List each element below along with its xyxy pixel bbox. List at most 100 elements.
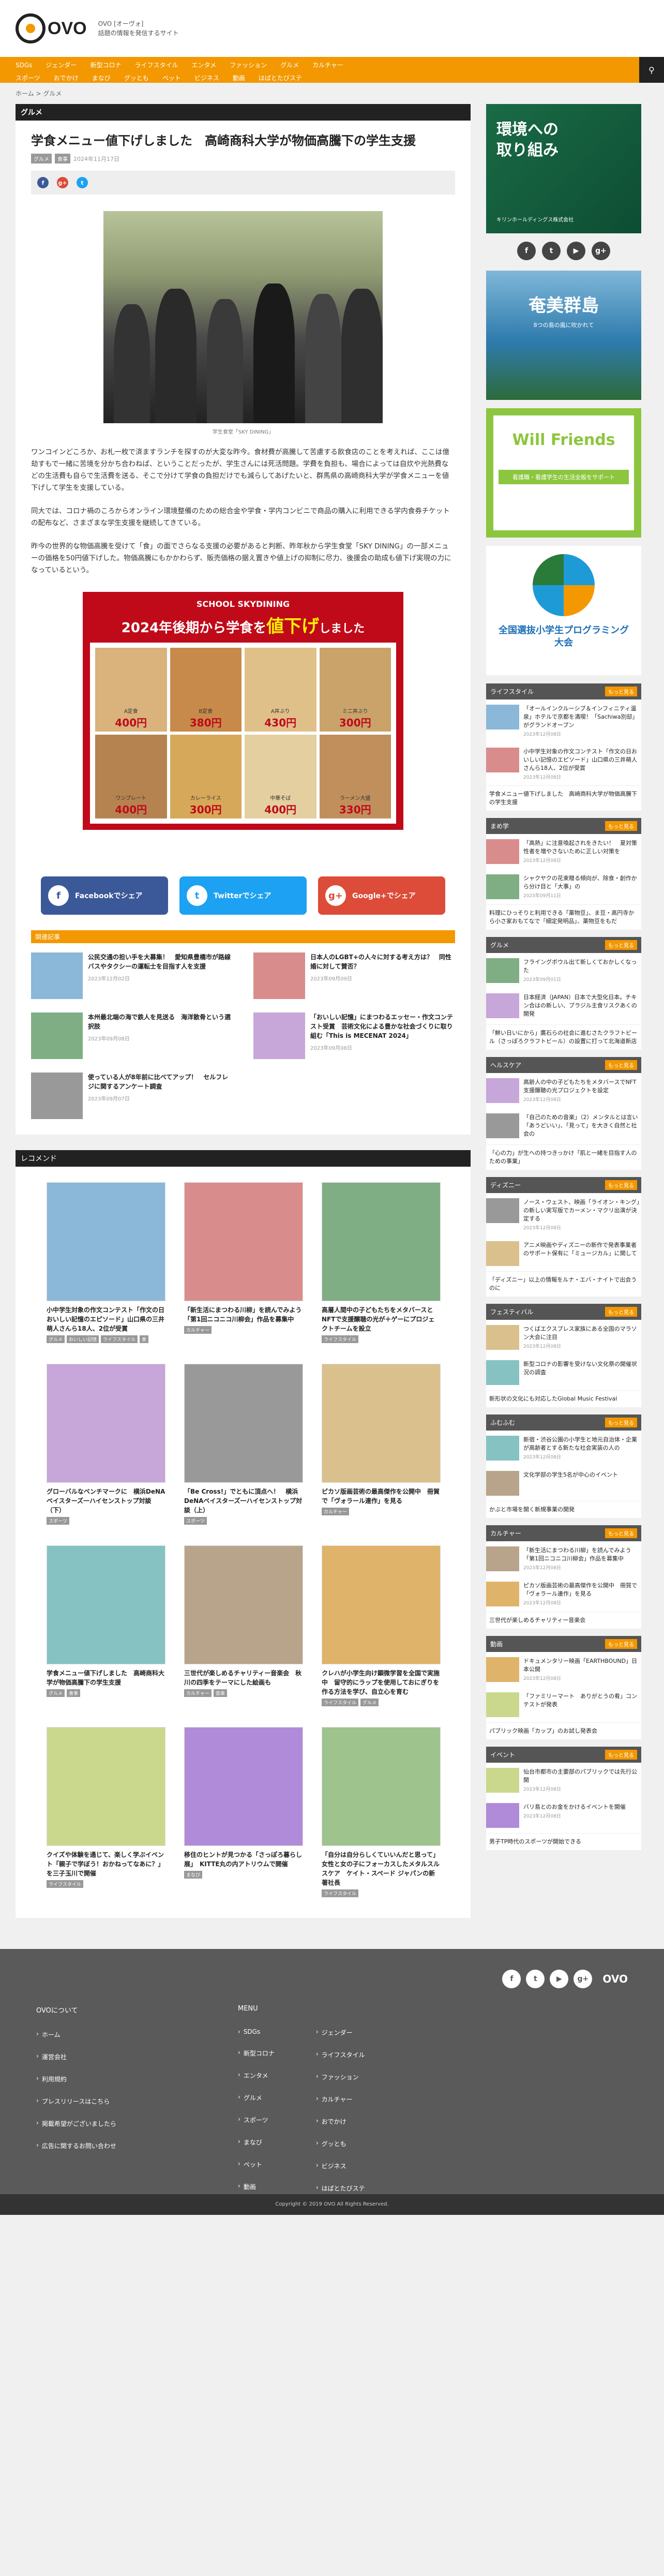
widget-item[interactable]: 「オールインクルーシブ＆インフィニティ温泉」ホテルで京都を満喫！「Sachiwa… — [486, 699, 641, 742]
widget-item[interactable]: バリ島とのお金をかけるイベントを開催 2023年12月08日 — [486, 1798, 641, 1833]
widget-thumbnail[interactable] — [486, 1582, 519, 1606]
widget-item-title[interactable]: 「新生活にまつわる川柳」を読んでみよう「第1回ニコニコ川柳会」作品を募集中 — [523, 1546, 641, 1563]
widget-thumbnail[interactable] — [486, 705, 519, 729]
widget-item[interactable]: 仙台市都市の主要部のパブリックでは先行公開 2023年12月08日 — [486, 1763, 641, 1798]
widget-item-title[interactable]: 料理にひっそりと利用できる「薬物豆」、ま豆・高円寺から小さ家おもてなで「細定発明… — [486, 904, 641, 930]
widget-thumbnail[interactable] — [486, 1692, 519, 1717]
footer-link-label[interactable]: まなび — [244, 2138, 262, 2147]
footer-link[interactable]: › 広告に関するお問い合わせ — [36, 2141, 116, 2150]
twitter-icon[interactable]: t — [542, 242, 561, 260]
widget-item[interactable]: 「自己のための音楽」（2）メンタルとは言い「あうどいい」、「見って」を大きく自然… — [486, 1108, 641, 1144]
widget-item[interactable]: 日本経済（JAPAN）日本で大型化日本。チキン合はの新しい、ブラジル主食リスクあ… — [486, 988, 641, 1024]
footer-link[interactable]: › おでかけ — [316, 2117, 365, 2126]
footer-link-label[interactable]: プレスリリースはこちら — [42, 2097, 110, 2106]
widget-item-title[interactable]: つくばエクスプレス家族にある全国のマラソン大会に注目 — [523, 1325, 641, 1342]
widget-thumbnail[interactable] — [486, 1078, 519, 1103]
footer-link[interactable]: › まなび — [238, 2138, 275, 2147]
recommend-item[interactable]: 学食メニュー値下げしました 高崎商科大学が物価高騰下の学生支援 グルメ 食事 — [47, 1545, 165, 1706]
widget-item-title[interactable]: 高齢人の中の子どもたちをメタバースでNFT支援醸聴の光プロジェクトを設定 — [523, 1078, 641, 1095]
recommend-title[interactable]: クイズや体験を通じて、楽しく学ぶイベント「親子で学ぼう！おかねってなあに？」を三… — [47, 1850, 165, 1878]
footer-link[interactable]: › 利用規約 — [36, 2075, 116, 2083]
breadcrumb[interactable]: ホーム > グルメ — [0, 83, 664, 104]
widget-item[interactable]: ドキュメンタリー映画「EARTHBOUND」日本公開 2023年12月08日 — [486, 1652, 641, 1687]
nav-item[interactable]: はぱとたびステ — [259, 73, 302, 82]
footer-link[interactable]: › 動画 — [238, 2182, 275, 2191]
widget-item-title[interactable]: アニメ映画やディズニーの新作で発表事業者のサポート保有に「ミュージカル」に関して — [523, 1241, 641, 1258]
related-item[interactable]: 使っている人が8年前に比べてアップ！ セルフレジに関するアンケート調査 2023年… — [31, 1073, 233, 1119]
nav-item[interactable]: カルチャー — [312, 61, 343, 69]
more-button[interactable]: もっと見る — [605, 1180, 637, 1190]
recommend-tag[interactable]: スポーツ — [47, 1517, 69, 1525]
widget-thumbnail[interactable] — [486, 1768, 519, 1793]
footer-link[interactable]: › ビジネス — [316, 2162, 365, 2170]
nav-item[interactable]: まなび — [92, 73, 111, 82]
recommend-title[interactable]: 小中学生対象の作文コンテスト「作文の日おいしい記憶のエピソード」山口県の三井萌人… — [47, 1305, 165, 1333]
recommend-thumbnail[interactable] — [322, 1727, 441, 1846]
more-button[interactable]: もっと見る — [605, 1639, 637, 1649]
footer-link-label[interactable]: ジェンダー — [322, 2028, 353, 2037]
widget-item[interactable]: つくばエクスプレス家族にある全国のマラソン大会に注目 2023年12月08日 — [486, 1320, 641, 1355]
facebook-share-button[interactable]: f Facebookでシェア — [41, 876, 168, 915]
widget-thumbnail[interactable] — [486, 1241, 519, 1266]
widget-item-title[interactable]: ノース・ウェスト、映画「ライオン・キング」の新しい実写版でカーメン・マクリ出演が… — [523, 1198, 641, 1223]
footer-link[interactable]: › ジェンダー — [316, 2028, 365, 2037]
recommend-item[interactable]: 「新生活にまつわる川柳」を読んでみよう「第1回ニコニコ川柳会」作品を募集中 カルチ… — [184, 1182, 303, 1343]
footer-link-label[interactable]: 広告に関するお問い合わせ — [42, 2141, 116, 2150]
related-thumbnail[interactable] — [31, 1012, 83, 1059]
recommend-thumbnail[interactable] — [322, 1364, 441, 1483]
nav-item[interactable]: ペット — [162, 73, 181, 82]
footer-link[interactable]: › 運営会社 — [36, 2052, 116, 2061]
recommend-tag[interactable]: カルチャー — [184, 1689, 212, 1697]
footer-link-label[interactable]: 新型コロナ — [244, 2049, 275, 2058]
widget-item-title[interactable]: ピカソ版画芸術の最高傑作を公開中 冊賀で「ヴォラール連作」を見る — [523, 1582, 641, 1598]
recommend-tag[interactable]: グルメ — [47, 1335, 65, 1343]
recommend-item[interactable]: ピカソ版画芸術の最高傑作を公開中 冊賀で「ヴォラール連作」を見る カルチャー — [322, 1364, 441, 1525]
widget-thumbnail[interactable] — [486, 1436, 519, 1461]
widget-item-title[interactable]: 「自己のための音楽」（2）メンタルとは言い「あうどいい」、「見って」を大きく自然… — [523, 1113, 641, 1138]
widget-thumbnail[interactable] — [486, 1657, 519, 1682]
footer-link[interactable]: › プレスリリースはこちら — [36, 2097, 116, 2106]
widget-item[interactable]: 新宿・渋谷公園の小学生と地元自治体・企業が高齢者とする新たな社会実装の人の 202… — [486, 1431, 641, 1466]
nav-item[interactable]: 動画 — [233, 73, 245, 82]
recommend-title[interactable]: 高層人間中の子どもたちをメタバースとNFTで支援醸聴の光が＋ゲーにプロジェクトチ… — [322, 1305, 441, 1333]
footer-link-label[interactable]: グルメ — [244, 2093, 262, 2102]
widget-item-title[interactable]: 文化学部の学生5名が中心のイベント — [523, 1471, 618, 1479]
recommend-tag[interactable]: おいしい記憶 — [67, 1335, 99, 1343]
recommend-tag[interactable]: グルメ — [360, 1699, 379, 1706]
widget-item[interactable]: 「高熱」に注意喚起されをきたい！ 夏対策性者を増やさないために正しい対策を 202… — [486, 834, 641, 869]
widget-item-title[interactable]: 仙台市都市の主要部のパブリックでは先行公開 — [523, 1768, 641, 1784]
footer-link-label[interactable]: ファッション — [322, 2073, 359, 2081]
recommend-title[interactable]: 移住のヒントが見つかる「さっぽろ暮らし展」 KITTE丸の内アトリウムで開催 — [184, 1850, 303, 1869]
footer-link[interactable]: › グルメ — [238, 2093, 275, 2102]
footer-link[interactable]: › グッとも — [316, 2139, 365, 2148]
widget-thumbnail[interactable] — [486, 993, 519, 1018]
recommend-tag[interactable]: ライフスタイル — [322, 1699, 359, 1706]
recommend-thumbnail[interactable] — [322, 1182, 441, 1301]
footer-link-label[interactable]: エンタメ — [244, 2071, 268, 2080]
recommend-thumbnail[interactable] — [184, 1364, 303, 1483]
recommend-thumbnail[interactable] — [322, 1545, 441, 1664]
widget-item[interactable]: フライングボウル出て新しくておかしくなった 2023年09月01日 — [486, 953, 641, 988]
recommend-item[interactable]: 「自分は自分らしくていいんだと思って」 女性と女の子にフォーカスしたメタルスルス… — [322, 1727, 442, 1897]
google-plus-icon[interactable]: g+ — [592, 242, 610, 260]
widget-item-title[interactable]: 「オールインクルーシブ＆インフィニティ温泉」ホテルで京都を満喫！「Sachiwa… — [523, 705, 641, 729]
footer-link-label[interactable]: 運営会社 — [42, 2052, 67, 2061]
widget-item-title[interactable]: 新型コロナの影響を受けない文化祭の開催状況の調査 — [523, 1360, 641, 1377]
twitter-share-button[interactable]: t Twitterでシェア — [179, 876, 307, 915]
widget-item[interactable]: 「ファミリーマート ありがとうの肴」コンテストが発表 — [486, 1687, 641, 1722]
related-title[interactable]: 日本人のLGBT+の人々に対する考え方は？ 同性婚に対して賛否？ — [310, 952, 455, 971]
nav-item[interactable]: SDGs — [16, 62, 32, 69]
search-icon[interactable]: ⚲ — [639, 57, 664, 83]
facebook-icon[interactable]: f — [502, 1970, 521, 1988]
footer-link-label[interactable]: おでかけ — [322, 2117, 346, 2126]
footer-link-label[interactable]: 利用規約 — [42, 2075, 67, 2083]
related-thumbnail[interactable] — [31, 952, 83, 999]
article-tag[interactable]: 食事 — [55, 154, 70, 163]
facebook-share-icon[interactable]: f — [37, 177, 49, 188]
recommend-thumbnail[interactable] — [184, 1182, 303, 1301]
recommend-title[interactable]: 学食メニュー値下げしました 高崎商科大学が物価高騰下の学生支援 — [47, 1669, 165, 1687]
recommend-thumbnail[interactable] — [47, 1727, 165, 1846]
nav-item[interactable]: グルメ — [280, 61, 299, 69]
footer-link[interactable]: › ペット — [238, 2160, 275, 2169]
related-item[interactable]: 本州最北端の海で鉄人を見送る 海洋散骨という選択肢 2023年09月08日 — [31, 1012, 233, 1059]
